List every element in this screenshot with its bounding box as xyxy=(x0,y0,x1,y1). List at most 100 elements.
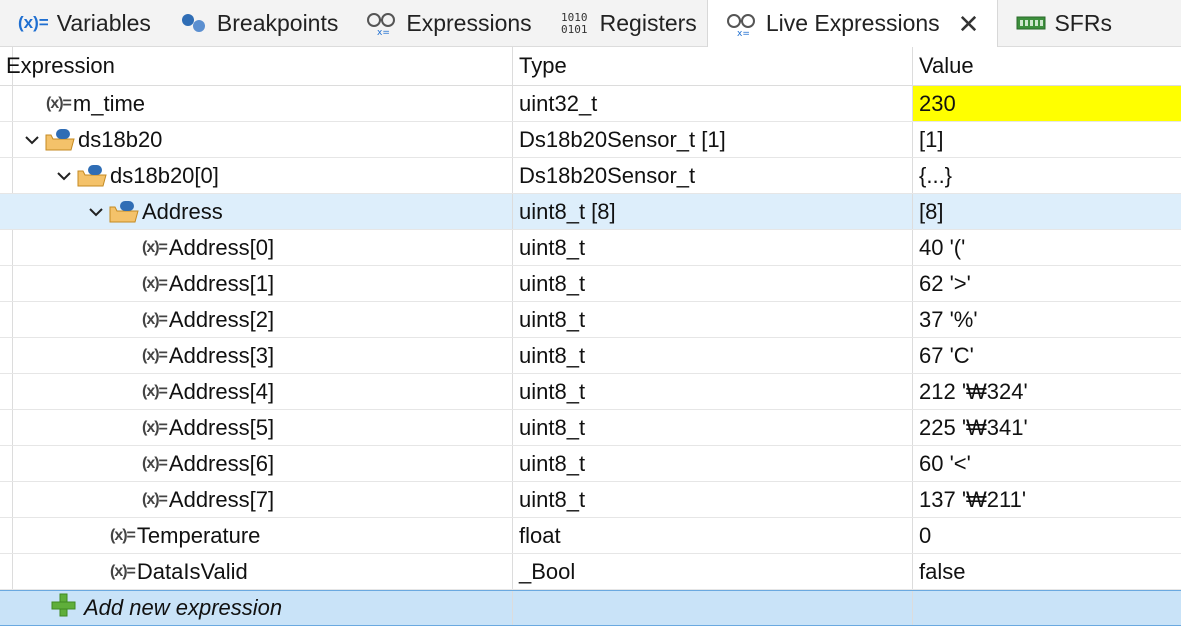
table-row[interactable]: (x)= DataIsValid _Bool false xyxy=(0,554,1181,590)
value-cell[interactable]: 225 '₩341' xyxy=(913,410,1181,445)
type-cell xyxy=(513,591,913,625)
table-row[interactable]: Address uint8_t [8] [8] xyxy=(0,194,1181,230)
expression-name: Address[5] xyxy=(168,414,275,440)
tab-live-expressions[interactable]: x= Live Expressions ✕ xyxy=(706,0,999,47)
expression-name: Temperature xyxy=(136,522,261,548)
tab-breakpoints[interactable]: Breakpoints xyxy=(161,0,348,46)
tab-label: Registers xyxy=(599,9,697,36)
view-tab-bar: (x)= Variables Breakpoints x= Expression… xyxy=(0,0,1181,47)
column-header-value[interactable]: Value xyxy=(913,47,1181,85)
variable-icon: (x)= xyxy=(142,382,168,400)
type-cell: uint8_t xyxy=(513,338,913,373)
table-row[interactable]: ds18b20 Ds18b20Sensor_t [1] [1] xyxy=(0,122,1181,158)
breakpoints-icon xyxy=(179,12,209,34)
variable-icon: (x)= xyxy=(46,94,72,112)
expression-name: Address[2] xyxy=(168,306,275,332)
value-cell[interactable]: [8] xyxy=(913,194,1181,229)
variable-icon: (x)= xyxy=(110,526,136,544)
type-cell: uint32_t xyxy=(513,86,913,121)
type-cell: uint8_t xyxy=(513,266,913,301)
expression-name: Address[7] xyxy=(168,486,275,512)
value-cell[interactable]: 230 xyxy=(913,86,1181,121)
sfrs-icon xyxy=(1016,13,1046,33)
type-cell: uint8_t xyxy=(513,482,913,517)
expression-name: DataIsValid xyxy=(136,558,248,584)
tab-label: Expressions xyxy=(406,9,532,36)
expression-name: m_time xyxy=(72,90,146,116)
expression-name: Address[0] xyxy=(168,234,275,260)
value-cell[interactable]: 67 'C' xyxy=(913,338,1181,373)
table-row[interactable]: (x)= Address[7] uint8_t 137 '₩211' xyxy=(0,482,1181,518)
value-cell[interactable]: 0 xyxy=(913,518,1181,553)
table-header: Expression Type Value xyxy=(0,47,1181,86)
chevron-down-icon[interactable] xyxy=(52,170,76,182)
tab-label: Breakpoints xyxy=(216,9,339,36)
tab-label: Live Expressions xyxy=(765,10,940,36)
type-cell: uint8_t xyxy=(513,302,913,337)
variable-icon: (x)= xyxy=(142,418,168,436)
add-expression-row[interactable]: Add new expression xyxy=(0,590,1181,626)
value-cell[interactable]: 62 '>' xyxy=(913,266,1181,301)
type-cell: uint8_t xyxy=(513,446,913,481)
svg-text:x=: x= xyxy=(737,29,750,37)
type-cell: _Bool xyxy=(513,554,913,589)
type-cell: Ds18b20Sensor_t [1] xyxy=(513,122,913,157)
variable-icon: (x)= xyxy=(110,562,136,580)
expression-name: Address[6] xyxy=(168,450,275,476)
column-header-type[interactable]: Type xyxy=(513,47,913,85)
close-icon[interactable]: ✕ xyxy=(958,11,980,37)
variable-icon: (x)= xyxy=(142,274,168,292)
tab-expressions[interactable]: x= Expressions xyxy=(348,0,541,46)
add-expression-label[interactable]: Add new expression xyxy=(84,595,282,621)
tab-sfrs[interactable]: SFRs xyxy=(998,0,1122,46)
value-cell[interactable]: {...} xyxy=(913,158,1181,193)
expression-name: Address[4] xyxy=(168,378,275,404)
svg-text:x=: x= xyxy=(377,28,390,36)
value-cell[interactable]: 212 '₩324' xyxy=(913,374,1181,409)
folder-icon xyxy=(76,163,108,189)
expression-name: ds18b20 xyxy=(78,126,163,152)
value-cell[interactable]: [1] xyxy=(913,122,1181,157)
expression-name: Address xyxy=(142,198,223,224)
table-row[interactable]: (x)= Address[1] uint8_t 62 '>' xyxy=(0,266,1181,302)
type-cell: Ds18b20Sensor_t xyxy=(513,158,913,193)
value-cell[interactable]: 137 '₩211' xyxy=(913,482,1181,517)
column-header-expression[interactable]: Expression xyxy=(0,47,513,85)
type-cell: uint8_t xyxy=(513,230,913,265)
value-cell[interactable]: 60 '<' xyxy=(913,446,1181,481)
tab-variables[interactable]: (x)= Variables xyxy=(0,0,161,46)
value-cell xyxy=(913,591,1181,625)
table-row[interactable]: (x)= Address[3] uint8_t 67 'C' xyxy=(0,338,1181,374)
type-cell: uint8_t xyxy=(513,374,913,409)
value-cell[interactable]: 37 '%' xyxy=(913,302,1181,337)
live-expressions-icon: x= xyxy=(726,11,758,37)
expression-name: Address[1] xyxy=(168,270,275,296)
table-row[interactable]: ds18b20[0] Ds18b20Sensor_t {...} xyxy=(0,158,1181,194)
table-row[interactable]: (x)= m_time uint32_t 230 xyxy=(0,86,1181,122)
tab-label: SFRs xyxy=(1054,9,1112,36)
type-cell: uint8_t xyxy=(513,410,913,445)
value-cell[interactable]: false xyxy=(913,554,1181,589)
tab-registers[interactable]: 1010 0101 Registers xyxy=(542,0,707,46)
plus-icon xyxy=(50,592,76,624)
expression-name: Address[3] xyxy=(168,342,275,368)
type-cell: uint8_t [8] xyxy=(513,194,913,229)
variable-icon: (x)= xyxy=(142,490,168,508)
table-row[interactable]: (x)= Temperature float 0 xyxy=(0,518,1181,554)
variables-icon: (x)= xyxy=(18,13,49,32)
variable-icon: (x)= xyxy=(142,238,168,256)
table-row[interactable]: (x)= Address[0] uint8_t 40 '(' xyxy=(0,230,1181,266)
chevron-down-icon[interactable] xyxy=(84,206,108,218)
variable-icon: (x)= xyxy=(142,346,168,364)
table-row[interactable]: (x)= Address[5] uint8_t 225 '₩341' xyxy=(0,410,1181,446)
variable-icon: (x)= xyxy=(142,310,168,328)
folder-icon xyxy=(44,127,76,153)
value-cell[interactable]: 40 '(' xyxy=(913,230,1181,265)
chevron-down-icon[interactable] xyxy=(20,134,44,146)
registers-icon: 1010 0101 xyxy=(560,10,592,36)
expression-name: ds18b20[0] xyxy=(110,162,219,188)
folder-icon xyxy=(108,199,140,225)
table-row[interactable]: (x)= Address[6] uint8_t 60 '<' xyxy=(0,446,1181,482)
table-row[interactable]: (x)= Address[2] uint8_t 37 '%' xyxy=(0,302,1181,338)
table-row[interactable]: (x)= Address[4] uint8_t 212 '₩324' xyxy=(0,374,1181,410)
